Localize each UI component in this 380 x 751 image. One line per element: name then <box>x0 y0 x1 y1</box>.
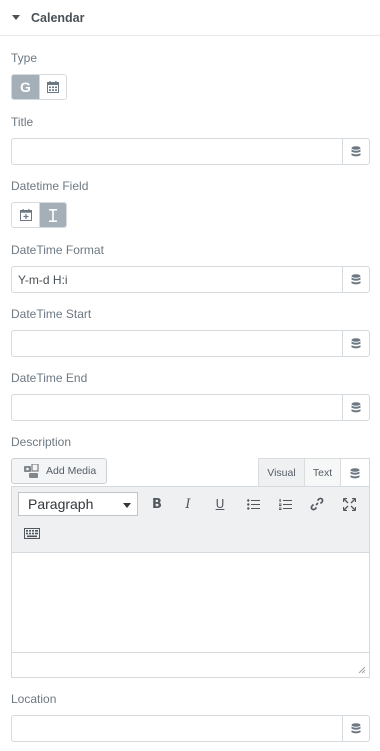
datetime-format-dynamic-tags-button[interactable] <box>342 267 369 292</box>
datetime-field-toggle-group <box>11 202 67 228</box>
description-editor: Paragraph B I U <box>11 486 370 678</box>
editor-content-area[interactable] <box>12 553 369 653</box>
type-toggle-group: G <box>11 74 67 100</box>
underline-button[interactable]: U <box>208 492 232 516</box>
italic-button[interactable]: I <box>176 492 200 516</box>
database-icon <box>351 338 361 349</box>
editor-toolbar: Paragraph B I U <box>12 487 369 553</box>
add-media-button[interactable]: Add Media <box>11 458 107 484</box>
chevron-down-icon <box>123 503 131 508</box>
calendar-plus-icon <box>19 209 32 221</box>
text-cursor-icon <box>49 208 57 222</box>
google-icon: G <box>20 79 31 95</box>
add-media-label: Add Media <box>46 465 97 477</box>
datetime-end-field <box>11 394 370 421</box>
datetime-start-label: DateTime Start <box>11 307 92 321</box>
format-select[interactable]: Paragraph <box>18 492 138 516</box>
location-label: Location <box>11 692 57 706</box>
calendar-section-header[interactable]: Calendar <box>0 0 380 36</box>
bullet-list-button[interactable] <box>241 492 265 516</box>
database-icon <box>351 146 361 157</box>
type-google-toggle[interactable]: G <box>12 75 39 99</box>
datetime-start-dynamic-tags-button[interactable] <box>342 331 369 356</box>
fullscreen-button[interactable] <box>337 492 361 516</box>
keyboard-icon <box>24 527 40 539</box>
section-title: Calendar <box>31 10 85 25</box>
datetime-end-input[interactable] <box>12 395 342 420</box>
toolbar-toggle-button[interactable] <box>20 521 44 545</box>
location-field <box>11 715 370 742</box>
datetime-start-input[interactable] <box>12 331 342 356</box>
calendar-grid-icon <box>47 81 59 93</box>
datetime-format-input[interactable] <box>12 267 342 292</box>
bullet-list-icon <box>246 498 260 510</box>
type-label: Type <box>11 51 38 65</box>
datetime-field-label: Datetime Field <box>11 179 89 193</box>
description-label: Description <box>11 435 72 449</box>
datetime-format-label: DateTime Format <box>11 243 104 257</box>
bold-button[interactable]: B <box>145 492 169 516</box>
datetime-start-field <box>11 330 370 357</box>
location-dynamic-tags-button[interactable] <box>342 716 369 741</box>
type-calendar-toggle[interactable] <box>39 75 66 99</box>
location-input[interactable] <box>12 716 342 741</box>
link-icon <box>310 497 324 511</box>
add-media-icon <box>24 464 39 478</box>
fullscreen-icon <box>342 497 356 511</box>
title-field <box>11 138 370 165</box>
database-icon <box>351 402 361 413</box>
datetime-end-label: DateTime End <box>11 371 88 385</box>
format-select-value: Paragraph <box>28 496 94 512</box>
datetime-calendar-toggle[interactable] <box>12 203 39 227</box>
database-icon <box>351 723 361 734</box>
caret-down-icon <box>12 15 20 20</box>
editor-status-bar <box>12 653 369 677</box>
link-button[interactable] <box>305 492 329 516</box>
italic-icon: I <box>185 496 191 512</box>
datetime-text-toggle[interactable] <box>39 203 66 227</box>
title-input[interactable] <box>12 139 342 164</box>
underline-icon: U <box>215 497 225 511</box>
tab-visual[interactable]: Visual <box>258 458 305 487</box>
title-label: Title <box>11 115 34 129</box>
datetime-end-dynamic-tags-button[interactable] <box>342 395 369 420</box>
tab-text[interactable]: Text <box>305 458 341 487</box>
resize-handle-icon[interactable] <box>358 666 366 674</box>
numbered-list-icon <box>278 498 292 510</box>
database-icon <box>351 274 361 285</box>
title-dynamic-tags-button[interactable] <box>342 139 369 164</box>
editor-tabs: Visual Text <box>258 458 370 487</box>
datetime-format-field <box>11 266 370 293</box>
description-dynamic-tags-button[interactable] <box>341 458 370 487</box>
bold-icon: B <box>152 496 162 512</box>
numbered-list-button[interactable] <box>273 492 297 516</box>
database-icon <box>350 467 360 478</box>
